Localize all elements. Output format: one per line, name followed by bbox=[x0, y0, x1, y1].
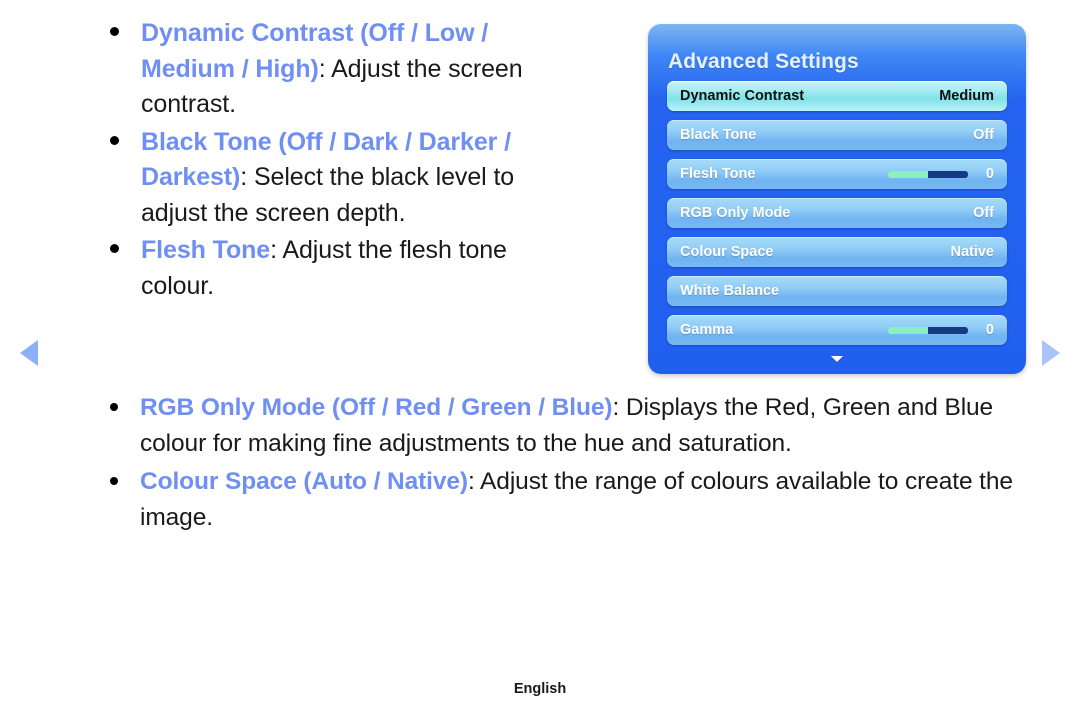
bullet-text: Flesh Tone: Adjust the flesh tone colour… bbox=[141, 233, 580, 304]
bullet-item: Flesh Tone: Adjust the flesh tone colour… bbox=[110, 233, 580, 304]
settings-row-value: Native bbox=[950, 244, 994, 260]
slider-value: 0 bbox=[985, 166, 994, 182]
settings-row-gamma[interactable]: Gamma 0 bbox=[667, 315, 1007, 345]
bullet-text: Colour Space (Auto / Native): Adjust the… bbox=[140, 464, 1040, 536]
settings-row-value: Off bbox=[973, 127, 994, 143]
bullet-text: Dynamic Contrast (Off / Low / Medium / H… bbox=[141, 16, 580, 123]
bullet-term: Colour Space (Auto / Native) bbox=[140, 468, 468, 495]
bullet-item: RGB Only Mode (Off / Red / Green / Blue)… bbox=[110, 390, 1040, 462]
bullet-dot-icon bbox=[110, 477, 118, 485]
previous-page-arrow-icon[interactable] bbox=[20, 340, 38, 366]
bullet-text: RGB Only Mode (Off / Red / Green / Blue)… bbox=[140, 390, 1040, 462]
bullet-item: Colour Space (Auto / Native): Adjust the… bbox=[110, 464, 1040, 536]
feature-description-list-top: Dynamic Contrast (Off / Low / Medium / H… bbox=[110, 16, 580, 306]
settings-row-slider[interactable]: 0 bbox=[888, 166, 994, 182]
bullet-dot-icon bbox=[110, 403, 118, 411]
slider-track[interactable] bbox=[888, 326, 968, 334]
bullet-dot-icon bbox=[110, 135, 119, 145]
slider-value: 0 bbox=[985, 322, 994, 338]
triangle-down-icon[interactable] bbox=[831, 356, 843, 362]
feature-description-list-bottom: RGB Only Mode (Off / Red / Green / Blue)… bbox=[110, 390, 1040, 538]
settings-row-dynamic-contrast[interactable]: Dynamic Contrast Medium bbox=[667, 81, 1007, 111]
settings-row-label: Dynamic Contrast bbox=[680, 88, 805, 104]
next-page-arrow-icon[interactable] bbox=[1042, 340, 1060, 366]
slider-track[interactable] bbox=[888, 170, 968, 178]
slider-remainder bbox=[928, 170, 968, 178]
bullet-item: Dynamic Contrast (Off / Low / Medium / H… bbox=[110, 16, 580, 123]
settings-row-label: RGB Only Mode bbox=[680, 205, 791, 221]
settings-row-value: Off bbox=[973, 205, 994, 221]
settings-row-label: Colour Space bbox=[680, 244, 774, 260]
bullet-term: Flesh Tone bbox=[141, 236, 271, 264]
settings-menu-list: Dynamic Contrast Medium Black Tone Off Flesh… bbox=[667, 81, 1007, 354]
bullet-dot-icon bbox=[110, 27, 119, 36]
settings-row-flesh-tone[interactable]: Flesh Tone 0 bbox=[667, 159, 1007, 189]
bullet-text: Black Tone (Off / Dark / Darker / Darkes… bbox=[141, 125, 580, 232]
settings-row-slider[interactable]: 0 bbox=[888, 322, 994, 338]
bullet-term: RGB Only Mode (Off / Red / Green / Blue) bbox=[140, 394, 613, 421]
settings-row-label: Black Tone bbox=[680, 127, 757, 143]
settings-row-value: Medium bbox=[939, 88, 994, 104]
slider-remainder bbox=[928, 326, 968, 334]
settings-row-label: White Balance bbox=[680, 283, 780, 299]
settings-row-rgb-only-mode[interactable]: RGB Only Mode Off bbox=[667, 198, 1007, 228]
settings-row-label: Flesh Tone bbox=[680, 166, 756, 182]
slider-fill bbox=[888, 326, 928, 334]
settings-row-label: Gamma bbox=[680, 322, 734, 338]
slider-fill bbox=[888, 170, 928, 178]
settings-row-black-tone[interactable]: Black Tone Off bbox=[667, 120, 1007, 150]
bullet-dot-icon bbox=[110, 244, 119, 253]
settings-row-colour-space[interactable]: Colour Space Native bbox=[667, 237, 1007, 267]
bullet-item: Black Tone (Off / Dark / Darker / Darkes… bbox=[110, 125, 580, 232]
settings-row-white-balance[interactable]: White Balance bbox=[667, 276, 1007, 306]
advanced-settings-panel: Advanced Settings Dynamic Contrast Medium… bbox=[648, 24, 1026, 374]
panel-title: Advanced Settings bbox=[668, 50, 859, 73]
language-label: English bbox=[513, 681, 567, 697]
